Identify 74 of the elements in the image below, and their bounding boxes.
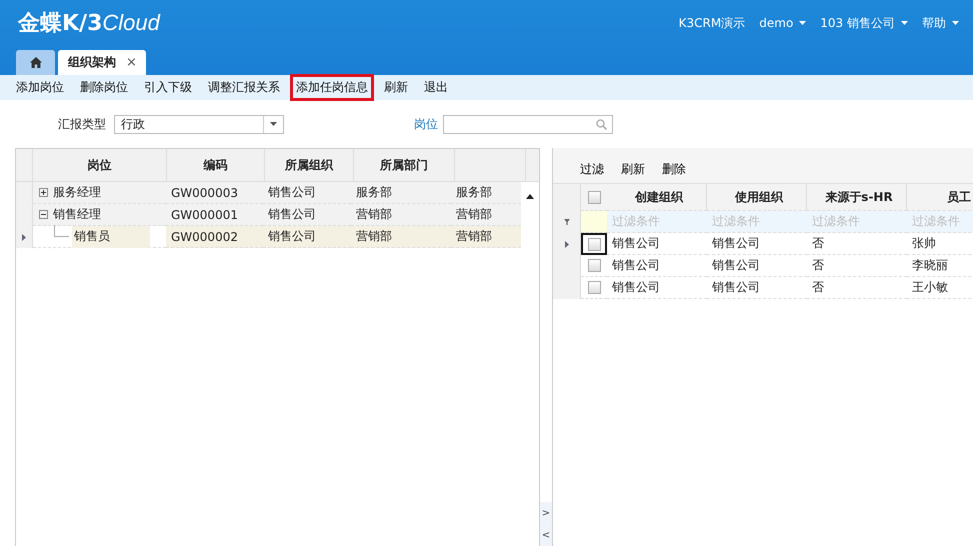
column-header[interactable]: 岗位	[33, 149, 167, 181]
row-checkbox[interactable]	[588, 259, 600, 272]
table-cell: GW000001	[166, 204, 263, 226]
toolbar-button[interactable]: 删除	[657, 161, 698, 178]
table-cell: GW000003	[166, 182, 263, 204]
header-menu[interactable]: 帮助	[922, 14, 959, 32]
table-cell: 否	[807, 233, 907, 255]
toolbar-button[interactable]: 刷新	[378, 74, 414, 101]
table-cell-text: 销售经理	[52, 206, 102, 223]
toolbar-button[interactable]: 添加任岗信息	[290, 74, 374, 101]
table-cell: 服务部	[451, 182, 521, 204]
toolbar-button[interactable]: 引入下级	[138, 74, 198, 101]
filter-icon	[564, 219, 570, 225]
table-cell: 销售公司	[263, 204, 351, 226]
field-label[interactable]: 岗位	[414, 116, 438, 132]
row-header[interactable]	[16, 226, 33, 248]
table-cell: 销售公司	[607, 233, 707, 255]
collapse-icon[interactable]	[39, 210, 48, 219]
toolbar-button[interactable]: 刷新	[616, 161, 657, 178]
expand-icon[interactable]	[39, 188, 48, 197]
table-cell: 营销部	[451, 204, 521, 226]
column-header[interactable]: 所属部门	[354, 149, 455, 181]
table-cell: 销售公司	[263, 226, 351, 248]
table-cell: GW000002	[166, 226, 263, 248]
close-icon[interactable]: ×	[126, 55, 137, 70]
home-icon	[30, 57, 42, 68]
table-cell: 王小敏	[907, 277, 973, 299]
tab-label[interactable]: 组织架构	[68, 54, 116, 71]
table-cell: 销售公司	[707, 233, 807, 255]
page-tab[interactable]: 组织架构 ×	[58, 50, 146, 75]
header-menu[interactable]: 103 销售公司	[820, 14, 908, 32]
table-cell-text: 服务经理	[52, 184, 102, 201]
position-search-field[interactable]	[443, 114, 613, 134]
home-tab[interactable]	[16, 50, 55, 75]
field-label: 汇报类型	[58, 116, 106, 132]
header-menu[interactable]: demo	[759, 14, 806, 32]
caret-icon	[952, 21, 959, 25]
table-cell: 服务部	[351, 182, 451, 204]
table-cell: 销售员	[72, 226, 150, 248]
current-row-icon	[564, 240, 568, 248]
column-header[interactable]: 编码	[167, 149, 265, 181]
expand-button[interactable]: >	[540, 502, 552, 524]
table-cell: 营销部	[351, 226, 451, 248]
caret-icon	[270, 122, 277, 126]
column-header[interactable]: 所属组织	[265, 149, 354, 181]
row-checkbox[interactable]	[588, 238, 600, 250]
table-cell: 销售公司	[607, 277, 707, 299]
select-all-checkbox[interactable]	[588, 190, 600, 204]
table-cell: 营销部	[351, 204, 451, 226]
caret-icon	[799, 21, 806, 25]
toolbar-button[interactable]: 添加岗位	[10, 74, 70, 101]
table-cell: 销售公司	[707, 255, 807, 277]
collapse-button[interactable]: <	[540, 524, 552, 546]
table-cell: 否	[807, 277, 907, 299]
logo: 金蝶K/3Cloud	[18, 9, 160, 38]
current-row-icon	[22, 234, 26, 240]
report-type-dropdown[interactable]: 行政	[114, 114, 284, 134]
header-menu[interactable]: K3CRM演示	[678, 14, 746, 32]
toolbar-button[interactable]: 调整汇报关系	[202, 74, 286, 101]
table-cell: 销售公司	[607, 255, 707, 277]
table-cell: 营销部	[451, 226, 521, 248]
toolbar-button[interactable]: 退出	[418, 74, 454, 101]
scroll-up-icon[interactable]	[526, 194, 534, 199]
table-cell: 张帅	[907, 233, 973, 255]
caret-icon	[901, 21, 908, 25]
table-cell: 销售公司	[707, 277, 807, 299]
toolbar-button[interactable]: 过滤	[575, 161, 616, 178]
table-cell: 销售公司	[263, 182, 351, 204]
search-icon	[596, 118, 607, 130]
table-cell: 否	[807, 255, 907, 277]
table-cell: 李晓丽	[907, 255, 973, 277]
tree-line	[54, 225, 69, 237]
row-checkbox[interactable]	[588, 281, 600, 294]
toolbar-button[interactable]: 删除岗位	[74, 74, 134, 101]
